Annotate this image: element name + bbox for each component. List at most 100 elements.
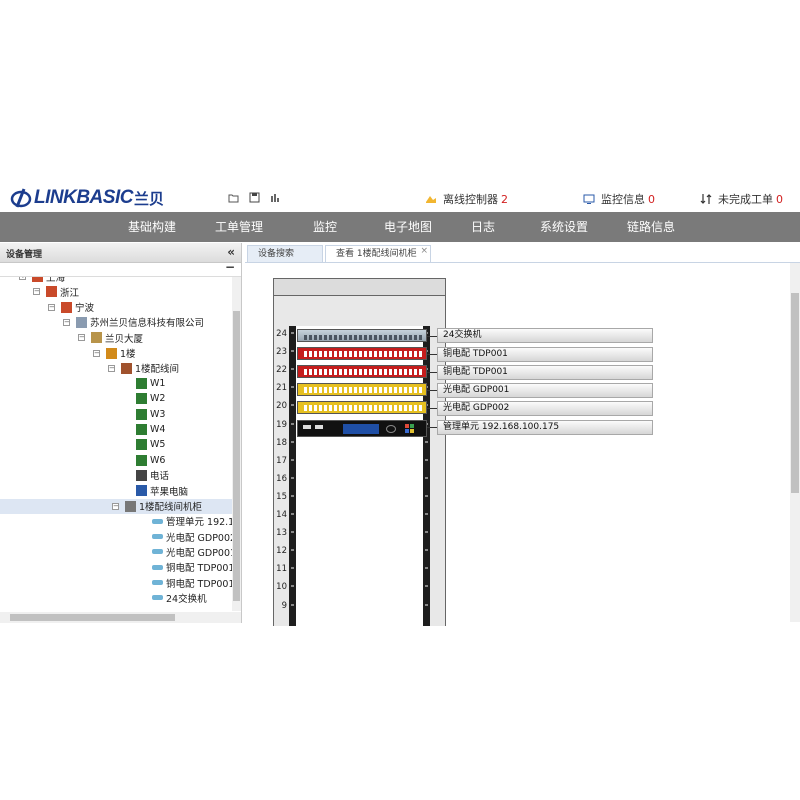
tree-node[interactable]: − 宁波 (48, 300, 94, 315)
rack-device-manager[interactable] (297, 419, 427, 437)
tree-node[interactable]: W6 (136, 453, 165, 468)
tree-node[interactable]: W3 (136, 407, 165, 422)
rack-device-label[interactable]: 24交换机 (437, 328, 653, 343)
port (399, 387, 402, 394)
expand-toggle-icon[interactable]: + (19, 277, 26, 280)
rack-unit-number: 18 (276, 437, 287, 448)
port (394, 405, 397, 412)
tree-node[interactable]: 24交换机 (152, 590, 207, 605)
tree-node[interactable]: 铜电配 TDP001 (152, 575, 232, 590)
minimize-button[interactable]: − (225, 260, 235, 274)
tree-node[interactable]: − 1楼 (93, 346, 136, 361)
label-connector (427, 408, 437, 410)
tree-node[interactable]: 光电配 GDP001 (152, 544, 232, 559)
rail-hole (291, 494, 294, 497)
rail-hole (425, 567, 428, 570)
outlet-icon (136, 393, 147, 405)
port (394, 369, 397, 376)
monitor-info-label: 监控信息 (601, 193, 645, 206)
close-tab-icon[interactable]: × (420, 243, 428, 259)
rack-device-copper[interactable] (297, 347, 427, 361)
nav-logs[interactable]: 日志 (471, 212, 495, 242)
nav-system-settings[interactable]: 系统设置 (540, 212, 588, 242)
building-icon (91, 332, 102, 344)
expand-toggle-icon[interactable]: − (93, 349, 100, 357)
nav-link-info[interactable]: 链路信息 (627, 212, 675, 242)
rack-device-switch[interactable] (297, 329, 427, 342)
tree-node[interactable]: W1 (136, 376, 165, 391)
tree-node[interactable]: 电话 (136, 468, 169, 483)
save-icon[interactable] (249, 192, 260, 203)
port (399, 335, 402, 340)
tree-node-label: 光电配 GDP002 (166, 532, 232, 544)
port (309, 351, 312, 358)
rack-unit-number: 13 (276, 528, 287, 539)
rack-device-label[interactable]: 光电配 GDP001 (437, 383, 653, 399)
device-tree: +上海−浙江−宁波−苏州兰贝信息科技有限公司−兰贝大厦−1楼−1楼配线间W1W2… (0, 277, 232, 611)
port (319, 351, 322, 358)
tree-node[interactable]: W5 (136, 437, 165, 452)
tree-node[interactable]: − 1楼配线间机柜 (0, 498, 232, 514)
port (359, 351, 362, 358)
tree-node[interactable]: 管理单元 192.168.10 (152, 514, 232, 529)
expand-toggle-icon[interactable]: − (33, 288, 40, 296)
tree-node[interactable]: W2 (136, 391, 165, 406)
tab-device-search[interactable]: 设备搜索 (247, 245, 323, 262)
tree-node[interactable]: 光电配 GDP002 (152, 529, 232, 544)
tree-node[interactable]: 铜电配 TDP001 (152, 560, 232, 575)
tree-node[interactable]: 苹果电脑 (136, 483, 188, 498)
rack-device-label[interactable]: 管理单元 192.168.100.175 (437, 419, 653, 435)
stats-icon[interactable] (270, 192, 281, 203)
content-scrollbar[interactable] (790, 263, 800, 622)
tree-node[interactable]: W4 (136, 422, 165, 437)
rack-device-fiber[interactable] (297, 383, 427, 397)
rack-device-fiber[interactable] (297, 401, 427, 415)
port (314, 387, 317, 394)
nav-basic-build[interactable]: 基础构建 (128, 212, 176, 242)
rack-device-label[interactable]: 光电配 GDP002 (437, 401, 653, 417)
port (389, 369, 392, 376)
rack-device-label[interactable]: 铜电配 TDP001 (437, 347, 653, 363)
tab-view-cabinet[interactable]: 查看 1楼配线间机柜 × (325, 245, 431, 262)
tree-vertical-scrollbar[interactable] (232, 277, 241, 611)
rail-hole (291, 585, 294, 588)
brand-logo[interactable]: LINKBASIC 兰贝 (10, 187, 164, 209)
tree-horizontal-scrollbar[interactable] (0, 612, 241, 623)
tree-node[interactable]: + 上海 (19, 277, 65, 284)
tree-node[interactable]: − 浙江 (33, 284, 79, 299)
outlet-icon (136, 424, 147, 435)
port (349, 369, 352, 376)
expand-toggle-icon[interactable]: − (112, 502, 119, 510)
expand-toggle-icon[interactable]: − (48, 303, 55, 311)
port (409, 369, 412, 376)
rail-hole (291, 531, 294, 534)
port (409, 351, 412, 358)
folder-icon[interactable] (228, 192, 239, 203)
port (344, 405, 347, 412)
rail-hole (425, 494, 428, 497)
offline-controller-status[interactable]: 离线控制器 2 (425, 191, 508, 207)
port (384, 351, 387, 358)
port (359, 335, 362, 340)
tree-node[interactable]: − 苏州兰贝信息科技有限公司 (63, 315, 204, 330)
monitor-info-status[interactable]: 监控信息 0 (583, 191, 655, 207)
tree-node[interactable]: − 1楼配线间 (108, 361, 179, 376)
port (329, 387, 332, 394)
rack-rail-left (289, 326, 296, 626)
collapse-panel-button[interactable]: « (227, 245, 235, 259)
port (419, 351, 422, 358)
pending-orders-status[interactable]: 未完成工单 0 (700, 191, 783, 207)
nav-monitor[interactable]: 监控 (313, 212, 337, 242)
nav-e-map[interactable]: 电子地图 (384, 212, 432, 242)
rack-device-copper[interactable] (297, 365, 427, 379)
tree-node[interactable]: − 兰贝大厦 (78, 330, 143, 345)
rack-device-label[interactable]: 铜电配 TDP001 (437, 365, 653, 381)
tree-node-label: W5 (150, 439, 166, 451)
expand-toggle-icon[interactable]: − (63, 318, 70, 326)
port (329, 335, 332, 340)
expand-toggle-icon[interactable]: − (108, 364, 115, 372)
tree-node-label: 铜电配 TDP001 (166, 578, 232, 590)
expand-toggle-icon[interactable]: − (78, 334, 85, 342)
nav-work-orders[interactable]: 工单管理 (215, 212, 263, 242)
tree-node-label: 宁波 (75, 303, 95, 315)
